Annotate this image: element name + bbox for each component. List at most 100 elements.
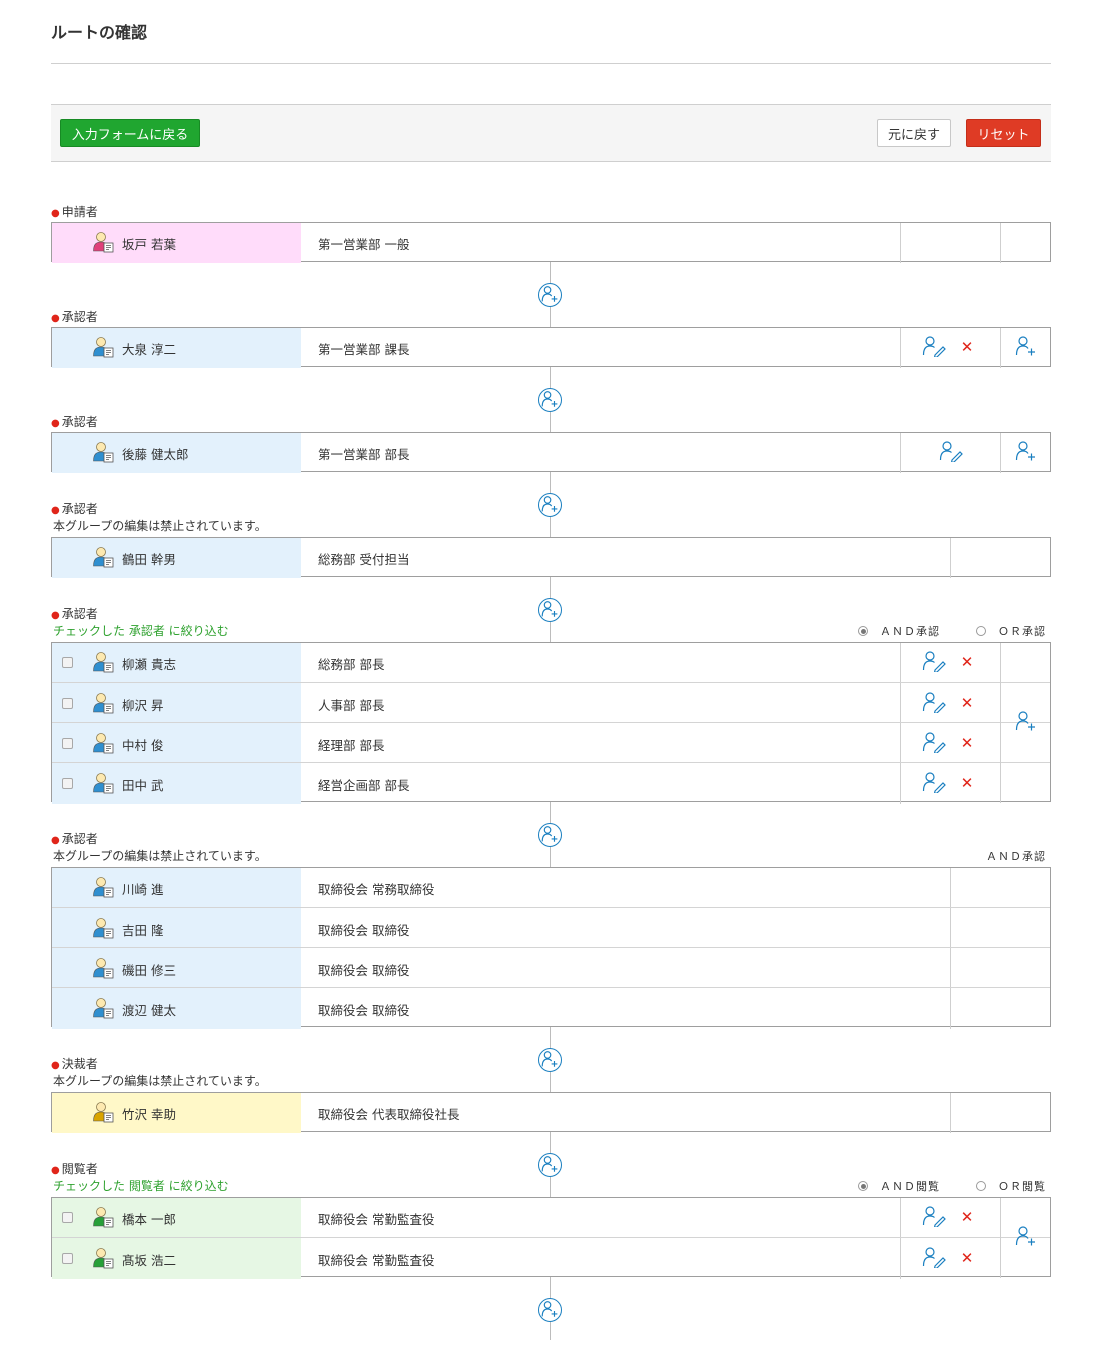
edit-user-button[interactable] — [922, 650, 946, 675]
section-label-text: 承認者 — [61, 832, 98, 846]
add-user-button[interactable] — [1015, 1225, 1037, 1248]
user-position: 取締役会 常勤監査役 — [318, 1212, 435, 1227]
section-label-text: 承認者 — [61, 502, 98, 516]
column-divider — [950, 908, 951, 949]
delete-user-button[interactable]: ✕ — [957, 337, 977, 357]
route-row: 橋本 一郎 取締役会 常勤監査役 ✕ — [52, 1198, 1050, 1238]
section-label: ● 閲覧者 — [51, 1160, 98, 1177]
add-step-button[interactable] — [538, 1298, 562, 1322]
delete-user-button[interactable]: ✕ — [957, 773, 977, 793]
column-divider — [900, 1238, 901, 1279]
required-dot: ● — [51, 1165, 60, 1176]
and-logic-option[interactable]: ＡＮＤ承認 — [858, 623, 940, 639]
row-checkbox[interactable] — [62, 738, 73, 749]
route-row: 竹沢 幸助 取締役会 代表取締役社長 — [52, 1093, 1050, 1133]
user-icon — [92, 772, 114, 797]
name-cell — [52, 1198, 301, 1238]
reset-button[interactable]: リセット — [966, 119, 1041, 147]
edit-user-button[interactable] — [939, 440, 963, 463]
filter-checked-link[interactable]: チェックした 承認者 に絞り込む — [53, 622, 229, 639]
or-radio[interactable] — [976, 1181, 986, 1191]
required-dot: ● — [51, 418, 60, 429]
user-icon — [92, 732, 114, 757]
edit-user-button[interactable] — [922, 1246, 946, 1269]
and-logic-label: ＡＮＤ承認 — [986, 850, 1046, 863]
user-position: 第一営業部 部長 — [318, 447, 410, 462]
user-icon — [92, 692, 114, 717]
user-position: 人事部 部長 — [318, 698, 385, 713]
column-divider — [1000, 643, 1001, 803]
approver-group: 竹沢 幸助 取締役会 代表取締役社長 — [51, 1092, 1051, 1133]
row-checkbox[interactable] — [62, 657, 73, 668]
route-row: 大泉 淳二 第一営業部 課長 ✕ — [52, 328, 1050, 368]
or-radio[interactable] — [976, 626, 986, 636]
edit-user-button[interactable] — [922, 731, 946, 756]
user-position: 総務部 受付担当 — [318, 552, 410, 567]
edit-user-icon — [922, 731, 946, 756]
add-step-button[interactable] — [538, 598, 562, 622]
user-name: 後藤 健太郎 — [122, 447, 189, 462]
toolbar: 入力フォームに戻る 元に戻す リセット — [51, 104, 1051, 162]
edit-user-icon — [922, 771, 946, 796]
name-cell — [52, 763, 301, 804]
row-checkbox[interactable] — [62, 1212, 73, 1223]
delete-user-button[interactable]: ✕ — [957, 1207, 977, 1227]
column-divider — [900, 223, 901, 263]
delete-user-button[interactable]: ✕ — [957, 733, 977, 753]
edit-user-button[interactable] — [922, 1205, 946, 1228]
row-checkbox[interactable] — [62, 1253, 73, 1264]
column-divider — [950, 948, 951, 989]
delete-user-button[interactable]: ✕ — [957, 693, 977, 713]
delete-user-button[interactable]: ✕ — [957, 1248, 977, 1268]
add-step-button[interactable] — [538, 493, 562, 517]
add-step-button[interactable] — [538, 388, 562, 412]
filter-checked-link[interactable]: チェックした 閲覧者 に絞り込む — [53, 1177, 229, 1194]
column-divider — [900, 433, 901, 473]
user-position: 取締役会 常務取締役 — [318, 882, 435, 897]
add-step-button[interactable] — [538, 1153, 562, 1177]
user-position: 第一営業部 一般 — [318, 237, 410, 252]
row-checkbox[interactable] — [62, 698, 73, 709]
add-user-icon — [541, 495, 559, 516]
user-position: 取締役会 常勤監査役 — [318, 1253, 435, 1268]
edit-user-button[interactable] — [922, 335, 946, 360]
add-step-button[interactable] — [538, 283, 562, 307]
delete-icon: ✕ — [960, 1249, 974, 1267]
add-user-icon — [541, 1050, 559, 1071]
add-user-icon — [541, 600, 559, 621]
column-divider — [950, 1093, 951, 1133]
page-title: ルートの確認 — [51, 23, 148, 42]
column-divider — [1000, 433, 1001, 473]
back-to-form-button[interactable]: 入力フォームに戻る — [60, 119, 200, 147]
and-logic-option[interactable]: ＡＮＤ閲覧 — [858, 1178, 940, 1194]
section-label: ● 決裁者 — [51, 1055, 98, 1072]
and-radio[interactable] — [858, 626, 868, 636]
edit-user-button[interactable] — [922, 691, 946, 714]
add-step-button[interactable] — [538, 823, 562, 847]
edit-user-icon — [922, 335, 946, 360]
section-label: ● 申請者 — [51, 203, 98, 220]
user-position: 取締役会 取締役 — [318, 963, 410, 978]
add-user-button[interactable] — [1015, 440, 1037, 463]
undo-button[interactable]: 元に戻す — [877, 119, 951, 147]
add-user-icon — [541, 285, 559, 306]
add-user-button[interactable] — [1015, 710, 1037, 733]
user-name: 吉田 隆 — [122, 923, 164, 938]
edit-user-button[interactable] — [922, 771, 946, 796]
required-dot: ● — [51, 1060, 60, 1071]
or-logic-label: ＯＲ閲覧 — [998, 1180, 1046, 1193]
route-row: 田中 武 経営企画部 部長 ✕ — [52, 762, 1050, 804]
user-icon — [92, 336, 114, 361]
or-logic-option[interactable]: ＯＲ閲覧 — [976, 1178, 1046, 1194]
delete-user-button[interactable]: ✕ — [957, 652, 977, 672]
and-radio[interactable] — [858, 1181, 868, 1191]
edit-user-icon — [922, 650, 946, 675]
approver-group: 坂戸 若葉 第一営業部 一般 — [51, 222, 1051, 263]
add-step-button[interactable] — [538, 1048, 562, 1072]
add-user-icon — [541, 390, 559, 411]
add-user-button[interactable] — [1015, 335, 1037, 358]
user-icon — [92, 651, 114, 676]
row-checkbox[interactable] — [62, 778, 73, 789]
route-row: 渡辺 健太 取締役会 取締役 — [52, 987, 1050, 1029]
or-logic-option[interactable]: ＯＲ承認 — [976, 623, 1046, 639]
